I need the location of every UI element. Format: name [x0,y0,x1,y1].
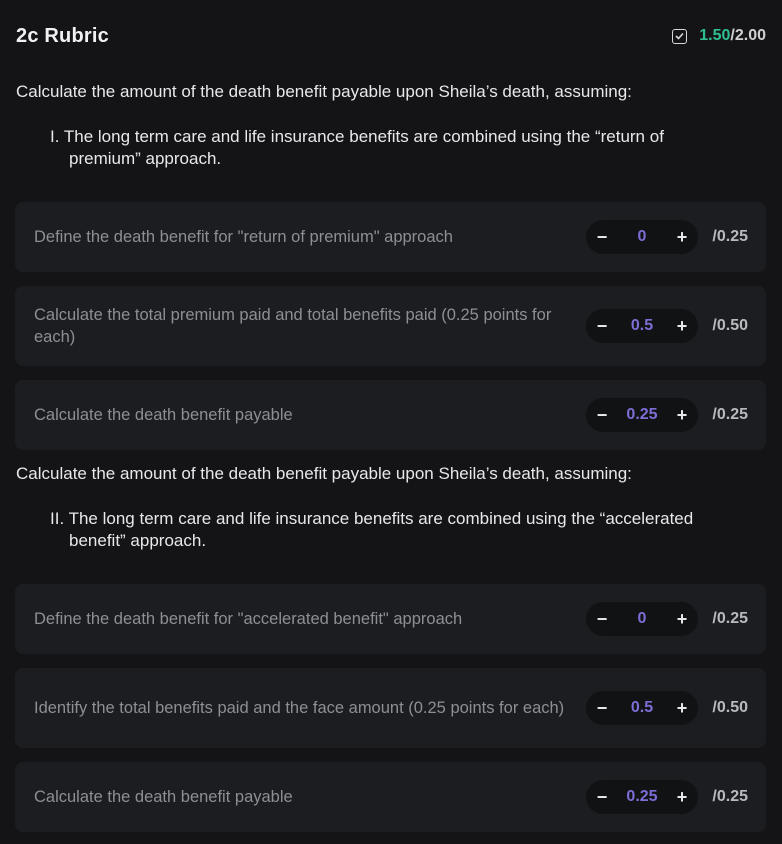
decrement-button[interactable]: − [594,316,610,336]
max-points: /0.50 [712,699,748,716]
decrement-button[interactable]: − [594,787,610,807]
max-points: /0.50 [712,317,748,334]
score-stepper: − 0.5 + [586,309,698,343]
score-stepper: − 0.25 + [586,780,698,814]
criterion-card: Define the death benefit for "accelerate… [15,584,766,654]
increment-button[interactable]: + [674,698,690,718]
criterion-text: Calculate the death benefit payable [34,788,293,806]
criterion-text: Define the death benefit for "accelerate… [34,610,463,628]
increment-button[interactable]: + [674,609,690,629]
max-points: /0.25 [712,406,748,423]
question-text: Calculate the amount of the death benefi… [16,82,632,101]
increment-button[interactable]: + [674,405,690,425]
criterion-card: Calculate the death benefit payable − 0.… [15,762,766,832]
decrement-button[interactable]: − [594,609,610,629]
score-value[interactable]: 0.25 [610,406,674,424]
score-total: 2.00 [734,27,766,44]
score-value[interactable]: 0 [610,610,674,628]
criterion-text: Calculate the death benefit payable [34,406,293,424]
criterion-card: Calculate the total premium paid and tot… [15,286,766,366]
criterion-text: Calculate the total premium paid and tot… [34,306,552,346]
score-stepper: − 0.25 + [586,398,698,432]
max-points: /0.25 [712,610,748,627]
score-earned: 1.50 [699,27,731,44]
criterion-card: Identify the total benefits paid and the… [15,668,766,748]
checkbox-checked-icon [672,28,688,44]
decrement-button[interactable]: − [594,405,610,425]
increment-button[interactable]: + [674,787,690,807]
score-stepper: − 0.5 + [586,691,698,725]
decrement-button[interactable]: − [594,698,610,718]
rubric-title: 2c Rubric [16,24,109,47]
score-value[interactable]: 0.5 [610,699,674,717]
score-stepper: − 0 + [586,220,698,254]
question-item: I. The long term care and life insurance… [50,127,664,168]
max-points: /0.25 [712,788,748,805]
score-value[interactable]: 0.25 [610,788,674,806]
criterion-card: Define the death benefit for "return of … [15,202,766,272]
rubric-header: 2c Rubric 1.50/2.00 [16,20,766,52]
score-summary: 1.50/2.00 [672,27,766,45]
question-item: II. The long term care and life insuranc… [50,509,694,550]
score-value[interactable]: 0 [610,228,674,246]
max-points: /0.25 [712,228,748,245]
score-stepper: − 0 + [586,602,698,636]
criterion-card: Calculate the death benefit payable − 0.… [15,380,766,450]
decrement-button[interactable]: − [594,227,610,247]
criterion-text: Identify the total benefits paid and the… [34,699,565,717]
question-text: Calculate the amount of the death benefi… [16,464,632,483]
increment-button[interactable]: + [674,316,690,336]
increment-button[interactable]: + [674,227,690,247]
score-value[interactable]: 0.5 [610,317,674,335]
criterion-text: Define the death benefit for "return of … [34,228,453,246]
